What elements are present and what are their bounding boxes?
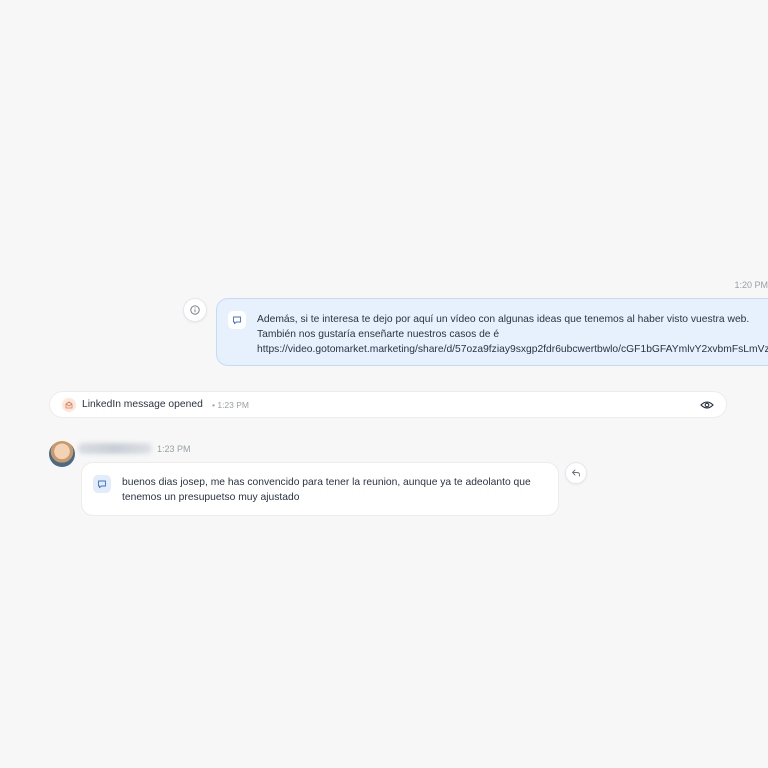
outgoing-message-line: También nos gustaría enseñarte nuestros … [257,329,500,340]
outgoing-message-link[interactable]: https://video.gotomarket.marketing/share… [257,342,768,357]
activity-label: LinkedIn message opened [82,399,203,410]
incoming-message-time: 1:23 PM [157,444,191,454]
conversation-view: 1:20 PM Además, si te interesa te dejo p… [0,0,768,768]
message-icon [228,311,246,329]
outgoing-message-text: Además, si te interesa te dejo por aquí … [257,312,768,357]
incoming-message-bubble: buenos dias josep, me has convencido par… [81,462,559,516]
outgoing-message-line: Además, si te interesa te dejo por aquí … [257,314,750,325]
reply-icon [572,469,580,477]
reply-button[interactable] [565,462,587,484]
sender-name-blurred [78,443,152,454]
linkedin-open-icon [62,398,76,412]
eye-icon[interactable] [700,399,714,411]
outgoing-message-time: 1:20 PM [734,280,768,290]
outgoing-message-bubble: Además, si te interesa te dejo por aquí … [216,298,768,366]
message-icon [93,475,111,493]
avatar[interactable] [49,441,75,467]
message-info-button[interactable] [183,298,207,322]
activity-time: • 1:23 PM [212,400,249,410]
activity-linkedin-opened: LinkedIn message opened • 1:23 PM [49,391,727,418]
info-icon [190,305,200,315]
incoming-message-text: buenos dias josep, me has convencido par… [122,477,531,503]
